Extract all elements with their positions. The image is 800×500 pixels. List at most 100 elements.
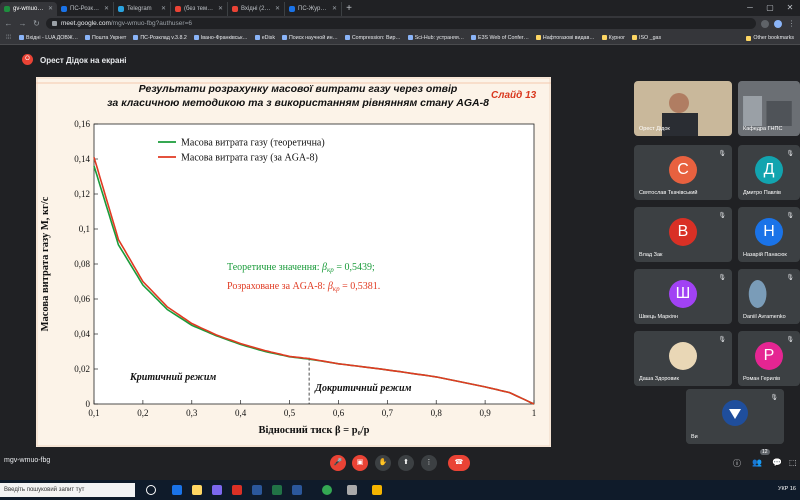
close-window-icon[interactable]: ✕ bbox=[780, 0, 800, 16]
app-icon-2[interactable] bbox=[372, 485, 382, 495]
browser-tab[interactable]: (без теми) - drvrvarov.gnps@gm✕ bbox=[171, 2, 228, 16]
close-tab-icon[interactable]: ✕ bbox=[275, 2, 280, 16]
apps-icon[interactable]: ⁞⁞⁞ bbox=[4, 35, 13, 41]
browser-tab[interactable]: ПС-Розклад v.3.8.2✕ bbox=[57, 2, 114, 16]
forward-icon[interactable]: → bbox=[18, 19, 27, 28]
bookmark-folder[interactable]: ISO _gas bbox=[632, 35, 661, 41]
y-tick-label: 0,02 bbox=[74, 364, 90, 374]
participant-avatar: Н bbox=[755, 218, 783, 246]
tab-label: ПС-Журнал успішності WEB v.3.8 bbox=[298, 6, 329, 12]
present-button[interactable]: ⬆ bbox=[398, 455, 414, 471]
maximize-icon[interactable]: ▢ bbox=[760, 0, 780, 16]
folder-icon bbox=[632, 35, 638, 40]
leave-call-button[interactable]: ☎ bbox=[448, 455, 470, 471]
participant-tile[interactable]: Ви 🎙 bbox=[686, 389, 784, 444]
close-tab-icon[interactable]: ✕ bbox=[48, 2, 53, 16]
legend-label: Масова витрата газу (теоретична) bbox=[181, 138, 325, 149]
more-options-button[interactable]: ⋮ bbox=[421, 455, 437, 471]
excel-icon[interactable] bbox=[272, 485, 282, 495]
extension-icon[interactable] bbox=[761, 19, 769, 28]
participant-tile[interactable]: Орест Дідок bbox=[634, 81, 732, 136]
word-icon-2[interactable] bbox=[292, 485, 302, 495]
raise-hand-button[interactable]: ✋ bbox=[375, 455, 391, 471]
word-icon[interactable] bbox=[252, 485, 262, 495]
participant-tile[interactable]: С Святослав Ткачівський 🎙 bbox=[634, 145, 732, 200]
bookmark-folder[interactable]: Нафтогазові видав… bbox=[535, 35, 595, 41]
language-indicator[interactable]: УКР bbox=[778, 486, 788, 492]
viber-icon[interactable] bbox=[212, 485, 222, 495]
profile-icon[interactable] bbox=[774, 19, 782, 28]
participant-count-badge: 12 bbox=[760, 449, 770, 455]
aga-label: Розраховане за AGA-8: bbox=[227, 281, 325, 292]
participant-tile[interactable]: Кафедра ГНПС bbox=[738, 81, 800, 136]
menu-icon[interactable]: ⋮ bbox=[787, 19, 796, 28]
mic-muted-icon: 🎙 bbox=[718, 213, 726, 219]
taskbar-search-input[interactable]: Введіть пошуковий запит тут bbox=[0, 483, 135, 497]
participant-tile[interactable]: В Влад Зак 🎙 bbox=[634, 207, 732, 262]
mic-off-button[interactable]: 🎤 bbox=[330, 455, 346, 471]
mic-muted-icon: 🎙 bbox=[770, 395, 778, 401]
other-bookmarks[interactable]: Other bookmarks bbox=[746, 35, 794, 41]
bookmarks-bar: ⁞⁞⁞ Вхідні - LUA ДОВЖ… Пошта Укрнет ПС-Роз… bbox=[0, 31, 800, 45]
reload-icon[interactable]: ↻ bbox=[32, 19, 41, 28]
bookmark[interactable]: Пошта Укрнет bbox=[85, 35, 126, 41]
bookmark[interactable]: E3S Web of Confer… bbox=[471, 35, 529, 41]
participant-tile[interactable]: Ш Швець Маркіян 🎙 bbox=[634, 269, 732, 324]
bookmark[interactable]: Вхідні - LUA ДОВЖ… bbox=[19, 35, 78, 41]
back-icon[interactable]: ← bbox=[4, 19, 13, 28]
browser-tab[interactable]: Telegram ✕ bbox=[114, 2, 171, 16]
participant-name: Ви bbox=[691, 434, 698, 440]
browser-tab[interactable]: ПС-Журнал успішності WEB v.3.8✕ bbox=[285, 2, 342, 16]
tab-label: Вхідні (211) - gnps@nung.edu.ua bbox=[241, 6, 272, 12]
theoretical-value: = 0,5439; bbox=[334, 262, 375, 273]
bookmark[interactable]: Compression: Вир… bbox=[344, 35, 401, 41]
browser-tab[interactable]: gv-wmuo-fbg*✕ bbox=[0, 2, 57, 16]
aga-value: = 0,5381. bbox=[340, 281, 381, 292]
participant-tile[interactable]: Даша Здоровик 🎙 bbox=[634, 331, 732, 386]
os-taskbar: Введіть пошуковий запит тут УКР 16 bbox=[0, 480, 800, 500]
close-tab-icon[interactable]: ✕ bbox=[161, 2, 166, 16]
task-view-icon[interactable] bbox=[146, 485, 156, 495]
new-tab-button[interactable]: + bbox=[342, 2, 356, 16]
x-tick-label: 0,6 bbox=[333, 408, 345, 418]
info-icon[interactable]: ⓘ bbox=[733, 458, 741, 469]
bookmark[interactable]: ПС-Розклад v.3.8.2 bbox=[133, 35, 187, 41]
legend-label: Масова витрата газу (за AGA-8) bbox=[181, 153, 318, 164]
mic-muted-icon: 🎙 bbox=[786, 337, 794, 343]
people-icon[interactable]: 👥 bbox=[752, 458, 762, 467]
bookmark[interactable]: eDisk bbox=[254, 34, 275, 41]
bookmark-label: eDisk bbox=[261, 34, 275, 41]
x-tick-label: 0,7 bbox=[382, 408, 394, 418]
close-tab-icon[interactable]: ✕ bbox=[218, 2, 223, 16]
participant-tile[interactable]: Daniil Avramenko 🎙 bbox=[738, 269, 800, 324]
url-field[interactable]: meet.google.com/mgv-wmuo-fbg?authuser=6 bbox=[46, 18, 756, 29]
close-tab-icon[interactable]: ✕ bbox=[104, 2, 109, 16]
participant-avatar: Р bbox=[755, 342, 783, 370]
participant-tile[interactable]: Р Роман Герилів 🎙 bbox=[738, 331, 800, 386]
minimize-icon[interactable]: ─ bbox=[740, 0, 760, 16]
bookmark[interactable]: Поиск научной ин… bbox=[281, 35, 338, 41]
bookmark-favicon bbox=[407, 35, 413, 40]
participant-tile[interactable]: Д Дмитро Павлів 🎙 bbox=[738, 145, 800, 200]
bookmark[interactable]: Івано-Франківськ… bbox=[193, 35, 248, 41]
participant-avatar: Ш bbox=[669, 280, 697, 308]
bookmark[interactable]: Sci-Hub: устраняя… bbox=[407, 35, 464, 41]
acrobat-icon[interactable] bbox=[232, 485, 242, 495]
participant-avatar: С bbox=[669, 156, 697, 184]
browser-tab[interactable]: Вхідні (211) - gnps@nung.edu.ua✕ bbox=[228, 2, 285, 16]
chrome-icon[interactable] bbox=[322, 485, 332, 495]
y-axis-label: Масова витрата газу M, кг/с bbox=[40, 196, 51, 331]
x-tick-label: 0,5 bbox=[284, 408, 296, 418]
close-tab-icon[interactable]: ✕ bbox=[332, 2, 337, 16]
participant-tile[interactable]: Н Назарій Панасюк 🎙 bbox=[738, 207, 800, 262]
edge-icon[interactable] bbox=[172, 485, 182, 495]
app-icon[interactable] bbox=[347, 485, 357, 495]
camera-off-button[interactable]: ▣ bbox=[352, 455, 368, 471]
activities-icon[interactable]: ⬚ bbox=[789, 458, 797, 467]
mic-muted-icon: 🎙 bbox=[786, 275, 794, 281]
bookmark-label: Курног bbox=[608, 34, 626, 41]
chat-icon[interactable]: 💬 bbox=[772, 458, 782, 467]
clock: 16 bbox=[789, 486, 796, 492]
bookmark-folder[interactable]: Курног bbox=[601, 34, 626, 41]
explorer-icon[interactable] bbox=[192, 485, 202, 495]
